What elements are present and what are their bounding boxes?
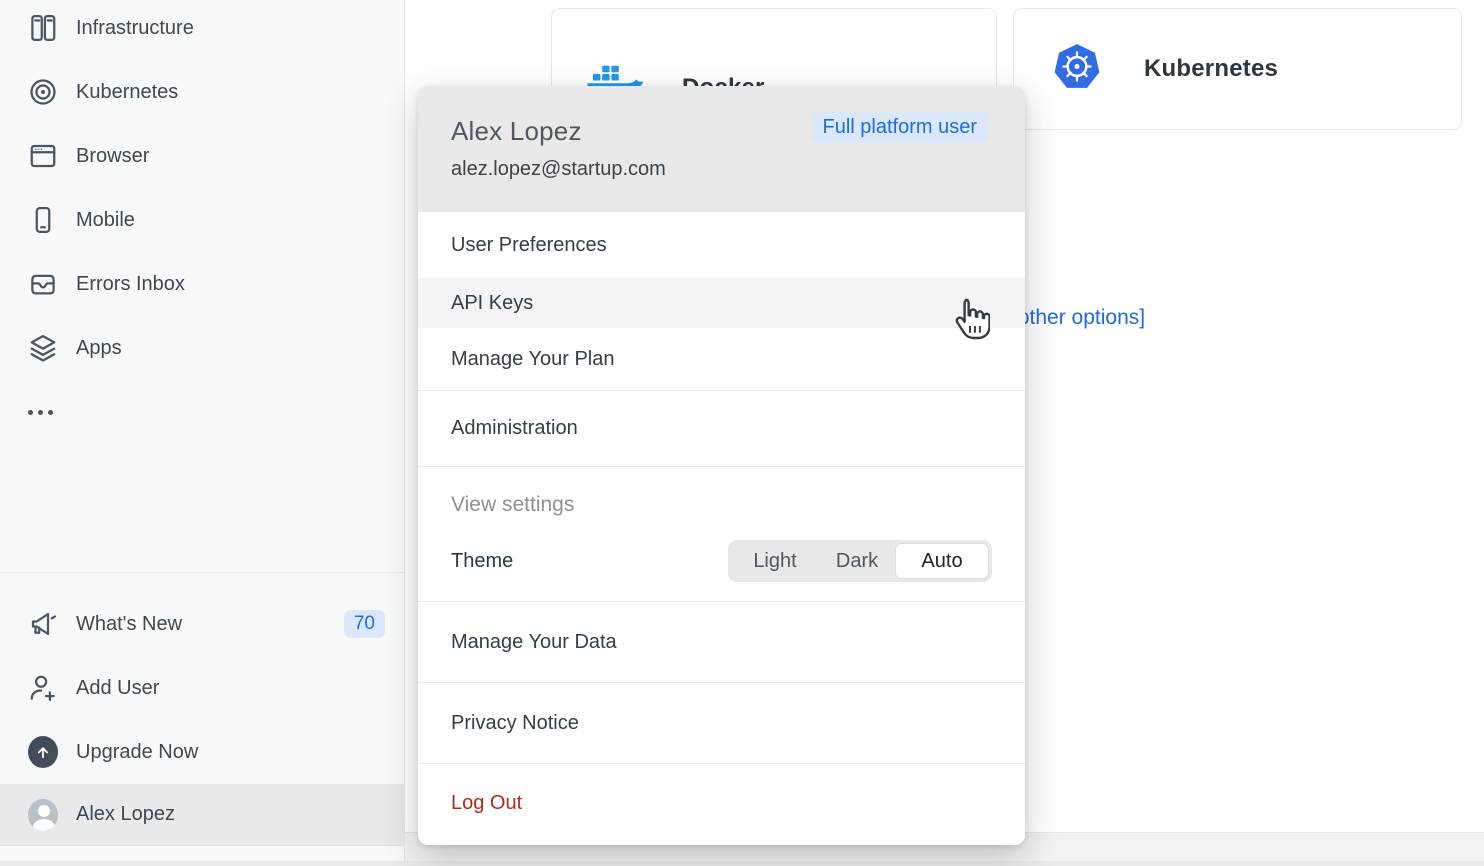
menu-item-user-preferences[interactable]: User Preferences xyxy=(418,212,1025,278)
add-user-icon xyxy=(28,673,58,703)
menu-item-manage-your-plan[interactable]: Manage Your Plan xyxy=(418,328,1025,390)
theme-option-auto[interactable]: Auto xyxy=(895,543,989,579)
infrastructure-icon xyxy=(28,13,58,43)
sidebar-item-label: Kubernetes xyxy=(76,81,178,104)
sidebar-item-label: Browser xyxy=(76,145,149,168)
sidebar-item-label: Mobile xyxy=(76,209,135,232)
sidebar-item-errors-inbox[interactable]: Errors Inbox xyxy=(0,252,404,316)
sidebar-divider xyxy=(0,572,404,573)
menu-item-manage-your-data[interactable]: Manage Your Data xyxy=(418,602,1025,682)
view-settings-section: View settings Theme Light Dark Auto xyxy=(418,467,1025,601)
sidebar-item-browser[interactable]: Browser xyxy=(0,124,404,188)
sidebar-item-apps[interactable]: Apps xyxy=(0,316,404,380)
upgrade-arrow-icon xyxy=(28,736,58,768)
kubernetes-icon xyxy=(28,77,58,107)
sidebar-item-label: Alex Lopez xyxy=(76,803,175,826)
megaphone-icon xyxy=(28,609,58,639)
sidebar-item-label: Upgrade Now xyxy=(76,741,198,764)
kubernetes-card-title: Kubernetes xyxy=(1144,55,1278,83)
browser-icon xyxy=(28,141,58,171)
ellipsis-icon xyxy=(28,397,58,427)
theme-label: Theme xyxy=(451,550,513,573)
sidebar-item-infrastructure[interactable]: Infrastructure xyxy=(0,0,404,60)
sidebar-item-whats-new[interactable]: What's New 70 xyxy=(0,592,404,656)
menu-item-api-keys[interactable]: API Keys xyxy=(418,278,1025,328)
sidebar-item-label: Errors Inbox xyxy=(76,273,185,296)
theme-option-light[interactable]: Light xyxy=(731,543,819,579)
sidebar: Infrastructure Kubernetes xyxy=(0,0,405,866)
user-avatar xyxy=(28,799,58,831)
app-root: Docker xyxy=(0,0,1484,866)
sidebar-item-kubernetes[interactable]: Kubernetes xyxy=(0,60,404,124)
kubernetes-card[interactable]: Kubernetes xyxy=(1013,8,1462,130)
sidebar-item-current-user[interactable]: Alex Lopez xyxy=(0,784,404,846)
sidebar-item-add-user[interactable]: Add User xyxy=(0,656,404,720)
theme-toggle: Light Dark Auto xyxy=(728,540,992,582)
user-menu-header: Alex Lopez alez.lopez@startup.com Full p… xyxy=(418,86,1025,212)
sidebar-item-more[interactable] xyxy=(0,380,404,444)
bottom-edge-bar xyxy=(0,861,1484,866)
sidebar-item-label: Infrastructure xyxy=(76,17,194,40)
sidebar-item-label: Apps xyxy=(76,337,122,360)
menu-item-privacy-notice[interactable]: Privacy Notice xyxy=(418,683,1025,763)
theme-option-dark[interactable]: Dark xyxy=(819,543,895,579)
sidebar-item-label: What's New xyxy=(76,613,182,636)
role-badge: Full platform user xyxy=(812,112,989,143)
other-options-link[interactable]: [other options] xyxy=(1012,306,1145,330)
user-email: alez.lopez@startup.com xyxy=(451,158,989,181)
sidebar-footer: What's New 70 Add User xyxy=(0,592,404,846)
user-account-menu: Alex Lopez alez.lopez@startup.com Full p… xyxy=(418,86,1025,845)
view-settings-label: View settings xyxy=(451,493,992,517)
errors-inbox-icon xyxy=(28,269,58,299)
sidebar-item-mobile[interactable]: Mobile xyxy=(0,188,404,252)
menu-item-administration[interactable]: Administration xyxy=(418,391,1025,466)
sidebar-item-upgrade-now[interactable]: Upgrade Now xyxy=(0,720,404,784)
kubernetes-helm-icon xyxy=(1052,42,1102,97)
whats-new-count-badge: 70 xyxy=(344,610,385,638)
mobile-icon xyxy=(28,205,58,235)
sidebar-nav: Infrastructure Kubernetes xyxy=(0,0,404,444)
menu-item-log-out[interactable]: Log Out xyxy=(418,764,1025,843)
sidebar-item-label: Add User xyxy=(76,677,159,700)
apps-icon xyxy=(28,333,58,363)
